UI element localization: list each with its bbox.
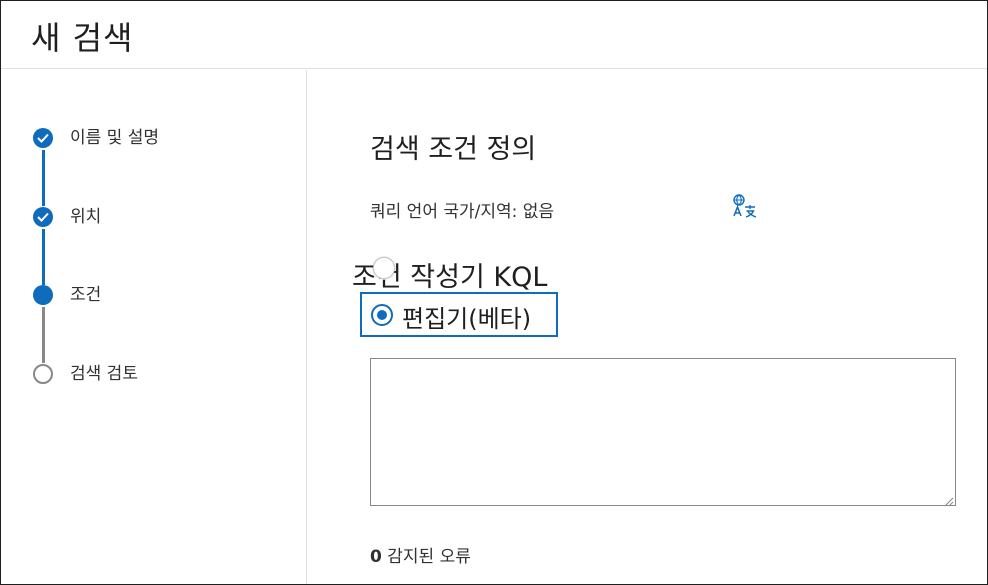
error-count: 0: [370, 547, 382, 567]
resize-grip-icon[interactable]: [942, 492, 954, 507]
editor-beta-radio-option[interactable]: 편집기(베타): [360, 292, 558, 337]
error-label: 감지된 오류: [381, 547, 471, 567]
language-translate-icon[interactable]: [732, 194, 758, 218]
step-connector: [42, 307, 45, 363]
step-label: 위치: [70, 207, 102, 227]
radio-label: 편집기(베타): [402, 305, 532, 333]
error-summary: 0 감지된 오류: [370, 542, 471, 567]
section-title: 검색 조건 정의: [370, 134, 537, 165]
pointer-cursor-icon: [373, 257, 395, 279]
step-connector: [42, 229, 45, 285]
step-label: 검색 검토: [70, 364, 138, 384]
query-language-text: 쿼리 언어 국가/지역: 없음: [370, 202, 555, 222]
page-title: 새 검색: [31, 19, 134, 57]
wizard-steps-sidebar: 이름 및 설명 위치 조건 검색 검토: [1, 70, 307, 584]
step-complete-check-icon: [33, 207, 53, 227]
step-pending-circle-icon: [33, 364, 53, 384]
kql-query-input[interactable]: [370, 358, 956, 506]
step-label: 이름 및 설명: [70, 128, 160, 148]
page-header: 새 검색: [1, 1, 987, 69]
step-current-dot-icon: [33, 285, 53, 305]
step-connector: [42, 150, 45, 206]
conditions-panel: 검색 조건 정의 쿼리 언어 국가/지역: 없음 조건 작성기 KQL 편집기(…: [308, 70, 987, 584]
step-label: 조건: [70, 285, 102, 305]
radio-selected-icon[interactable]: [371, 304, 393, 326]
step-complete-check-icon: [33, 128, 53, 148]
